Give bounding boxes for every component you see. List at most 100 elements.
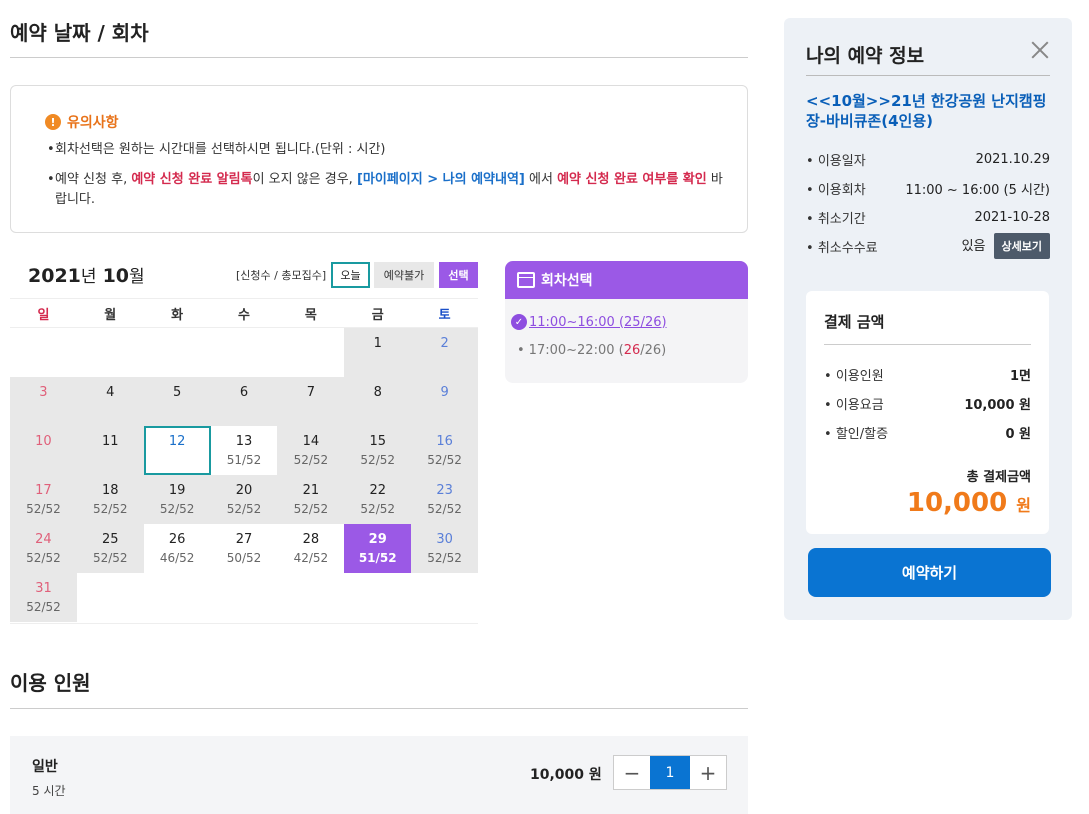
total-amount: 10,000 원 bbox=[907, 488, 1031, 518]
day-number: 25 bbox=[102, 532, 119, 547]
calendar-day[interactable]: 7 bbox=[277, 377, 345, 426]
calendar-day[interactable]: 25 52/52 bbox=[76, 524, 144, 573]
session-option-2[interactable]: • 17:00~22:00 (26/26) bbox=[517, 343, 666, 358]
payment-value: 10,000 원 bbox=[964, 398, 1031, 413]
people-type: 일반 bbox=[32, 759, 58, 775]
session-option-2-total: /26) bbox=[640, 343, 667, 358]
day-count: 52/52 bbox=[293, 453, 329, 467]
calendar-day[interactable]: 14 52/52 bbox=[277, 426, 345, 475]
day-count: 52/52 bbox=[360, 502, 396, 516]
reservation-sidebar: 나의 예약 정보 <<10월>>21년 한강공원 난지캠핑장-바비큐존(4인용)… bbox=[784, 18, 1072, 620]
calendar-day[interactable]: 27 50/52 bbox=[211, 524, 278, 573]
day-count: 42/52 bbox=[293, 551, 329, 565]
calendar-day[interactable]: 23 52/52 bbox=[411, 475, 479, 524]
calendar-day[interactable]: 4 bbox=[76, 377, 144, 426]
calendar-month: 10 bbox=[102, 265, 130, 287]
decrement-button[interactable]: − bbox=[614, 756, 650, 789]
day-number: 12 bbox=[168, 434, 186, 449]
notice-text: 에서 bbox=[524, 172, 558, 187]
divider bbox=[10, 708, 748, 709]
calendar-week: 24 52/52 25 52/52 26 46/52 27 50/52 28 42/52 29 51/… bbox=[10, 524, 479, 573]
calendar-day[interactable]: 21 52/52 bbox=[277, 475, 345, 524]
calendar-day[interactable]: 6 bbox=[210, 377, 278, 426]
session-option-1-label: 11:00~16:00 (25/26) bbox=[529, 314, 667, 330]
calendar-day[interactable]: 5 bbox=[143, 377, 211, 426]
close-icon[interactable] bbox=[1030, 40, 1050, 60]
calendar-day[interactable]: 15 52/52 bbox=[344, 426, 412, 475]
calendar-year: 2021 bbox=[28, 265, 81, 287]
calendar-day[interactable]: 30 52/52 bbox=[411, 524, 479, 573]
divider bbox=[824, 344, 1031, 345]
calendar-week: 3 4 5 6 7 8 9 bbox=[10, 377, 479, 426]
weekday-fri: 금 bbox=[371, 307, 384, 323]
calendar-day[interactable]: 22 52/52 bbox=[344, 475, 412, 524]
calendar-day[interactable]: 2 bbox=[411, 328, 479, 377]
payment-label: 할인/할증 bbox=[824, 423, 888, 442]
exclamation-icon: ! bbox=[45, 114, 61, 130]
weekday-mon: 월 bbox=[104, 307, 117, 323]
legend-unavailable: 예약불가 bbox=[374, 262, 434, 288]
calendar-check-icon bbox=[517, 272, 535, 288]
legend-today: 오늘 bbox=[331, 262, 370, 288]
calendar-day[interactable]: 3 bbox=[10, 377, 77, 426]
notice-box: ! 유의사항 • 회차선택은 원하는 시간대를 선택하시면 됩니다.(단위 : … bbox=[10, 85, 748, 233]
calendar-day[interactable]: 13 51/52 bbox=[211, 426, 278, 475]
total-value: 10,000 bbox=[906, 488, 1008, 518]
increment-button[interactable]: + bbox=[690, 756, 726, 789]
session-option-2-time: 17:00~22:00 ( bbox=[528, 343, 624, 358]
day-number: 7 bbox=[306, 385, 315, 400]
calendar-day[interactable]: 16 52/52 bbox=[411, 426, 479, 475]
calendar-day[interactable]: 10 bbox=[10, 426, 77, 475]
day-number: 31 bbox=[35, 581, 52, 596]
calendar-day[interactable]: 31 52/52 bbox=[10, 573, 77, 622]
payment-row-fee: 이용요금 10,000 원 bbox=[824, 394, 1031, 413]
check-icon: ✓ bbox=[511, 314, 527, 330]
people-duration: 5 시간 bbox=[32, 784, 66, 798]
quantity-stepper: − 1 + bbox=[613, 755, 727, 790]
calendar-day[interactable]: 9 bbox=[411, 377, 479, 426]
calendar-day[interactable]: 24 52/52 bbox=[10, 524, 77, 573]
payment-row-people: 이용인원 1면 bbox=[824, 365, 1031, 384]
day-count: 52/52 bbox=[159, 502, 195, 516]
day-number: 6 bbox=[239, 385, 249, 400]
divider bbox=[806, 75, 1050, 76]
calendar-empty-cell bbox=[277, 328, 345, 377]
day-number: 3 bbox=[39, 385, 48, 400]
mypage-link[interactable]: [마이페이지 > 나의 예약내역] bbox=[357, 172, 525, 187]
weekday-tue: 화 bbox=[171, 307, 184, 323]
detail-button[interactable]: 상세보기 bbox=[993, 233, 1050, 259]
day-number: 17 bbox=[35, 483, 52, 498]
day-count: 52/52 bbox=[427, 502, 462, 516]
calendar-day[interactable]: 18 52/52 bbox=[76, 475, 144, 524]
info-label: 이용회차 bbox=[806, 179, 866, 198]
payment-value: 1면 bbox=[1009, 369, 1031, 384]
session-option-1[interactable]: ✓ 11:00~16:00 (25/26) bbox=[511, 314, 667, 330]
day-count: 51/52 bbox=[226, 453, 262, 467]
divider bbox=[10, 623, 478, 624]
weekday-sun: 일 bbox=[37, 307, 50, 323]
notice-text: 예약 신청 후, bbox=[55, 172, 132, 187]
calendar-day[interactable]: 28 42/52 bbox=[277, 524, 344, 573]
info-value: 있음 bbox=[961, 239, 986, 254]
weekday-wed: 수 bbox=[238, 307, 250, 323]
day-number: 10 bbox=[35, 434, 52, 449]
section-title-people: 이용 인원 bbox=[10, 671, 91, 695]
calendar-day[interactable]: 20 52/52 bbox=[210, 475, 278, 524]
calendar-day[interactable]: 26 46/52 bbox=[144, 524, 211, 573]
day-number: 30 bbox=[436, 532, 453, 547]
calendar-day[interactable]: 1 bbox=[344, 328, 412, 377]
notice-title-label: 유의사항 bbox=[67, 115, 119, 131]
calendar-day[interactable]: 11 bbox=[76, 426, 144, 475]
quantity-value[interactable]: 1 bbox=[650, 756, 690, 789]
program-title[interactable]: <<10월>>21년 한강공원 난지캠핑장-바비큐존(4인용) bbox=[806, 91, 1050, 131]
calendar-day[interactable]: 12 bbox=[143, 426, 211, 475]
calendar-day[interactable]: 8 bbox=[344, 377, 412, 426]
calendar-day[interactable]: 17 52/52 bbox=[10, 475, 77, 524]
reserve-button[interactable]: 예약하기 bbox=[808, 548, 1051, 597]
legend-count-label: [신청수 / 총모집수] bbox=[236, 269, 327, 282]
day-number: 5 bbox=[173, 385, 182, 400]
calendar-day[interactable]: 29 51/52 bbox=[344, 524, 412, 573]
day-number: 9 bbox=[440, 385, 449, 400]
calendar-empty-cell bbox=[210, 328, 278, 377]
calendar-day[interactable]: 19 52/52 bbox=[143, 475, 211, 524]
